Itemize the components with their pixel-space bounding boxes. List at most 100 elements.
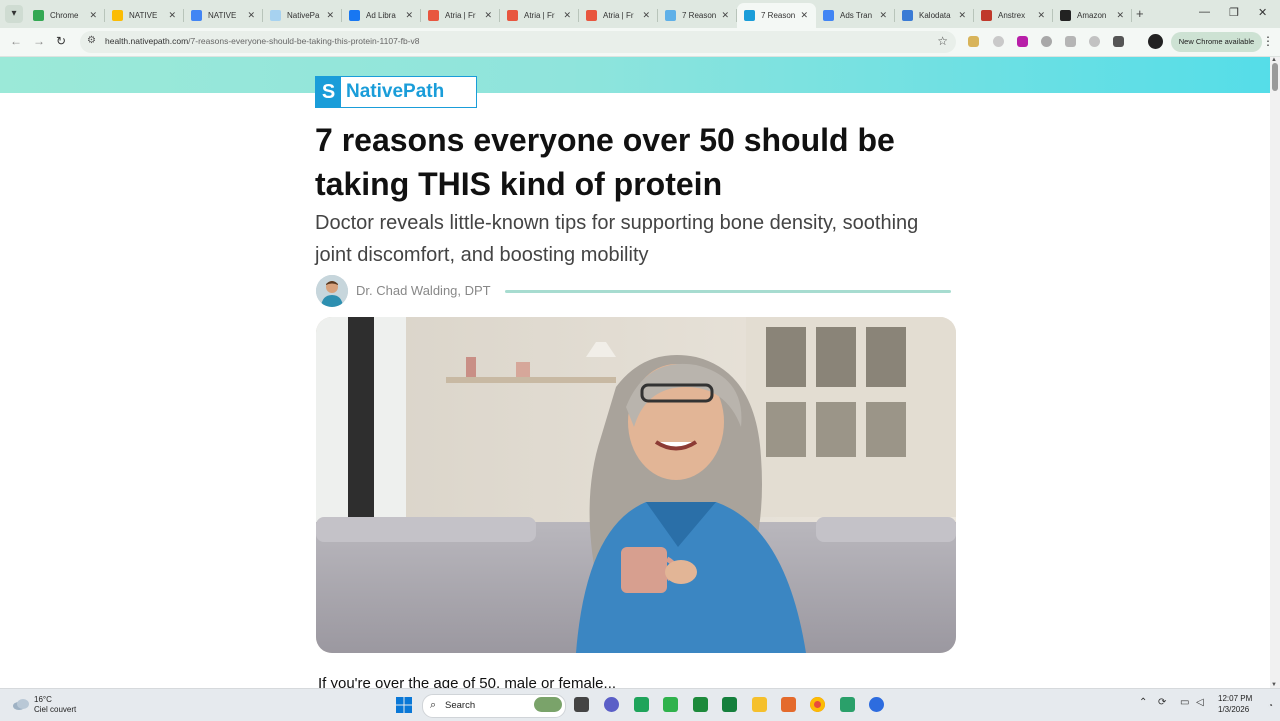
app-k-icon[interactable] [634, 697, 649, 712]
browser-tab[interactable]: Atria | Fr ✕ [421, 3, 500, 28]
extension-icon-3[interactable] [1017, 36, 1028, 47]
tab-close-icon[interactable]: ✕ [326, 10, 334, 21]
tab-label: 7 Reason [761, 11, 796, 20]
close-window-icon[interactable]: ✕ [1258, 6, 1267, 19]
new-chrome-available-button[interactable]: New Chrome available [1171, 32, 1262, 52]
tab-label: Ad Libra [366, 11, 396, 20]
address-bar[interactable]: ⚙ health.nativepath.com/7-reasons-everyo… [80, 31, 956, 53]
bookmark-star-icon[interactable]: ☆ [937, 34, 948, 48]
site-info-icon[interactable]: ⚙ [87, 35, 96, 46]
url-text[interactable]: health.nativepath.com/7-reasons-everyone… [105, 36, 420, 46]
tab-close-icon[interactable]: ✕ [484, 10, 492, 21]
tab-close-icon[interactable]: ✕ [405, 10, 413, 21]
tray-overflow-icon[interactable]: ⌃ [1139, 697, 1147, 708]
browser-tab[interactable]: 7 Reason ✕ [658, 3, 737, 28]
forward-button[interactable]: → [33, 34, 45, 48]
tab-label: Atria | Fr [445, 11, 476, 20]
minimize-icon[interactable]: — [1199, 6, 1210, 18]
cloud-weather-icon[interactable] [12, 697, 30, 711]
tab-label: Atria | Fr [603, 11, 634, 20]
file-explorer-icon[interactable] [752, 697, 767, 712]
browser-tab[interactable]: Amazon ✕ [1053, 3, 1132, 28]
tab-label: Ads Tran [840, 11, 873, 20]
tab-close-icon[interactable]: ✕ [1037, 10, 1045, 21]
profile-avatar[interactable] [1148, 34, 1163, 49]
extension-icon-5[interactable] [1065, 36, 1076, 47]
tab-label: NATIVE [129, 11, 158, 20]
browser-tab[interactable]: Ads Tran ✕ [816, 3, 895, 28]
browser-tab[interactable]: Chrome ✕ [26, 3, 105, 28]
tab-close-icon[interactable]: ✕ [89, 10, 97, 21]
tab-separator [1131, 9, 1132, 22]
page-scrollbar[interactable]: ▲ ▼ [1270, 57, 1280, 688]
search-icon: ⌕ [430, 699, 437, 711]
tab-close-icon[interactable]: ✕ [563, 10, 571, 21]
browser-tab[interactable]: Atria | Fr ✕ [579, 3, 658, 28]
new-tab-button[interactable]: + [1136, 6, 1144, 21]
extension-icon-6[interactable] [1089, 36, 1100, 47]
tab-favicon-icon [191, 10, 202, 21]
url-host: health.nativepath.com [105, 36, 189, 46]
tab-favicon-icon [112, 10, 123, 21]
teams-chat-icon[interactable] [604, 697, 619, 712]
browser-tab[interactable]: 7 Reason ✕ [737, 3, 816, 28]
tab-favicon-icon [665, 10, 676, 21]
tab-close-icon[interactable]: ✕ [721, 10, 729, 21]
windows-taskbar: 16°C Ciel couvert ⌕ Search ⌃ ⟳ ▭ ◁ 12:07… [0, 688, 1280, 721]
tab-close-icon[interactable]: ✕ [800, 10, 808, 21]
app-upwork-icon[interactable] [693, 697, 708, 712]
hero-image [316, 317, 956, 653]
notification-bell-icon[interactable]: ◔ [1268, 701, 1273, 710]
browser-tab[interactable]: Kalodata ✕ [895, 3, 974, 28]
windows-start-icon[interactable] [396, 697, 412, 713]
tab-favicon-icon [744, 10, 755, 21]
article-headline: 7 reasons everyone over 50 should be tak… [315, 122, 895, 202]
chrome-icon[interactable] [810, 697, 825, 712]
browser-tab[interactable]: Anstrex ✕ [974, 3, 1053, 28]
tab-label: Atria | Fr [524, 11, 555, 20]
extensions-puzzle-icon[interactable] [1113, 36, 1124, 47]
scrollbar-thumb[interactable] [1272, 63, 1278, 91]
reload-button[interactable]: ↻ [56, 34, 66, 48]
tab-label: Chrome [50, 11, 79, 20]
browser-tab[interactable]: NATIVE ✕ [184, 3, 263, 28]
browser-tab[interactable]: Ad Libra ✕ [342, 3, 421, 28]
sheets-icon[interactable] [840, 697, 855, 712]
extension-icon-2[interactable] [993, 36, 1004, 47]
tray-sync-icon[interactable]: ⟳ [1158, 697, 1166, 708]
page-viewport: S NativePath 7 reasons everyone over 50 … [0, 57, 1270, 688]
browser-tab[interactable]: NATIVE ✕ [105, 3, 184, 28]
back-button[interactable]: ← [10, 34, 22, 48]
tab-label: NATIVE [208, 11, 237, 20]
tab-close-icon[interactable]: ✕ [958, 10, 966, 21]
browser-toolbar: ← → ↻ ⚙ health.nativepath.com/7-reasons-… [0, 28, 1280, 57]
browser-tab[interactable]: Atria | Fr ✕ [500, 3, 579, 28]
clock-date[interactable]: 1/3/2026 [1218, 705, 1249, 714]
nativepath-logo[interactable]: S NativePath [315, 76, 477, 108]
extension-icon-4[interactable] [1041, 36, 1052, 47]
search-highlight-icon[interactable] [534, 697, 562, 712]
tab-close-icon[interactable]: ✕ [1116, 10, 1124, 21]
tab-favicon-icon [507, 10, 518, 21]
clock-time[interactable]: 12:07 PM [1218, 694, 1252, 703]
tab-favicon-icon [823, 10, 834, 21]
tab-close-icon[interactable]: ✕ [168, 10, 176, 21]
tab-close-icon[interactable]: ✕ [247, 10, 255, 21]
browser-tab[interactable]: NativePa ✕ [263, 3, 342, 28]
app-grid-icon[interactable] [781, 697, 796, 712]
zoom-icon[interactable] [869, 697, 884, 712]
article-subheadline: Doctor reveals little-known tips for sup… [315, 212, 919, 266]
restore-icon[interactable]: ❐ [1229, 6, 1239, 19]
tab-label: Anstrex [998, 11, 1026, 20]
volume-icon[interactable]: ◁ [1196, 697, 1204, 708]
tab-search-button[interactable]: ▾ [5, 5, 23, 23]
tab-close-icon[interactable]: ✕ [642, 10, 650, 21]
task-view-icon[interactable] [574, 697, 589, 712]
app-go-icon[interactable] [722, 697, 737, 712]
app-hex-icon[interactable] [663, 697, 678, 712]
extension-icon-1[interactable] [968, 36, 979, 47]
tab-close-icon[interactable]: ✕ [879, 10, 887, 21]
network-icon[interactable]: ▭ [1180, 697, 1189, 708]
tab-label: NativePa [287, 11, 320, 20]
menu-kebab-icon[interactable]: ⋮ [1262, 34, 1274, 48]
